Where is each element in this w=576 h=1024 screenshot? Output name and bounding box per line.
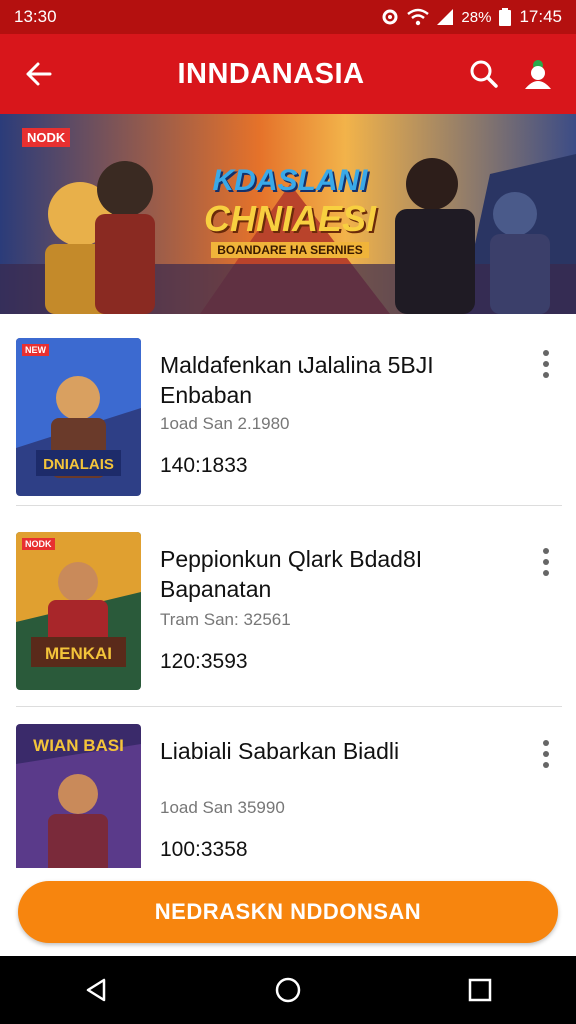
search-button[interactable]: [462, 52, 506, 96]
back-arrow-icon: [26, 62, 52, 86]
bottom-action-area: NEDRASKN NDDONSAN: [0, 868, 576, 956]
primary-action-button[interactable]: NEDRASKN NDDONSAN: [18, 881, 558, 943]
item-thumbnail: NODK MENKAI: [16, 532, 141, 690]
app-bar: INNDANASIA: [0, 34, 576, 114]
back-button[interactable]: [16, 52, 60, 96]
banner-subtitle: BOANDARE HA SERNIES: [211, 242, 369, 258]
profile-button[interactable]: [516, 52, 560, 96]
item-thumb-text: MENKAI: [44, 644, 113, 663]
status-bar: 13:30 28% 17:45: [0, 0, 576, 34]
system-nav-bar: [0, 956, 576, 1024]
more-options-icon[interactable]: [536, 350, 556, 378]
item-title: Maldafenkan ɩJalalina 5BJI Enbaban: [160, 352, 434, 408]
nav-recents-icon[interactable]: [466, 976, 494, 1004]
settings-gear-icon: [382, 9, 398, 25]
item-time: 140:1833: [160, 454, 248, 477]
item-thumb-badge: NEW: [22, 344, 49, 356]
item-time: 100:3358: [160, 838, 248, 861]
item-title: Liabiali Sabarkan Biadli: [160, 738, 400, 764]
promo-banner[interactable]: NODK KDASLANI CHNIAESI BOANDARE HA SERNI…: [0, 114, 576, 314]
item-thumb-text: DNIALAIS: [43, 456, 114, 473]
banner-title: KDASLANI CHNIAESI BOANDARE HA SERNIES: [190, 164, 390, 259]
status-icons: 28% 17:45: [381, 7, 562, 27]
more-options-icon[interactable]: [536, 740, 556, 768]
status-time-right: 17:45: [519, 7, 562, 26]
status-time-left: 13:30: [14, 7, 57, 26]
more-options-icon[interactable]: [536, 548, 556, 576]
item-thumbnail: WIAN BASI: [16, 724, 141, 869]
battery-icon: [499, 8, 512, 26]
nav-back-icon[interactable]: [82, 976, 110, 1004]
banner-title-line1: KDASLANI: [212, 164, 368, 197]
item-subtitle: Tram San: 32561: [160, 610, 291, 629]
search-icon: [470, 60, 498, 88]
banner-title-line2: CHNIAESI: [203, 198, 377, 239]
avatar-icon: [525, 60, 551, 89]
list-item[interactable]: NEW DNIALAIS Maldafenkan ɩJalalina 5BJI …: [0, 314, 576, 506]
content-list: NEW DNIALAIS Maldafenkan ɩJalalina 5BJI …: [0, 314, 576, 869]
list-item[interactable]: WIAN BASI Liabiali Sabarkan Biadli 1oad …: [0, 706, 576, 869]
item-thumb-text: WIAN BASI: [33, 736, 124, 755]
banner-badge: NODK: [22, 128, 71, 147]
item-title: Peppionkun Qlark Bdad8I Bapanatan: [160, 546, 423, 602]
item-subtitle: 1oad San 2.1980: [160, 414, 290, 433]
item-thumb-badge: NODK: [22, 538, 55, 550]
page-title: INNDANASIA: [177, 57, 365, 90]
wifi-icon: [407, 8, 430, 26]
item-thumbnail: NEW DNIALAIS: [16, 338, 141, 496]
battery-percent: 28%: [461, 8, 492, 26]
item-time: 120:3593: [160, 650, 248, 673]
divider: [16, 505, 562, 506]
item-subtitle: 1oad San 35990: [160, 798, 285, 817]
list-item[interactable]: NODK MENKAI Peppionkun Qlark Bdad8I Bapa…: [0, 514, 576, 707]
signal-icon: [437, 9, 454, 25]
nav-home-icon[interactable]: [274, 976, 302, 1004]
